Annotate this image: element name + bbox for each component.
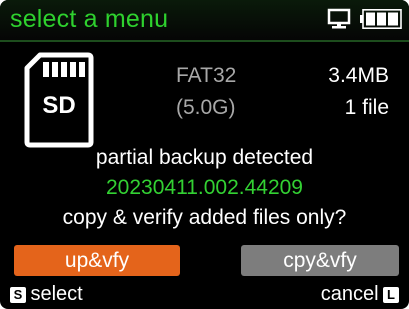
cancel-key-icon: L (383, 286, 399, 303)
partial-backup-message: partial backup detected (95, 146, 314, 169)
session-id: 20230411.002.44209 (106, 176, 303, 199)
copy-verify-prompt: copy & verify added files only? (62, 206, 347, 229)
device-screen: select a menu SD FAT32 (5.0G) 3.4MB 1 fi… (0, 0, 409, 309)
battery-full-icon (360, 9, 402, 29)
pc-connection-icon (327, 8, 351, 29)
footer-select[interactable]: S select (10, 283, 83, 305)
menu-title: select a menu (10, 5, 169, 33)
copy-and-verify-button[interactable]: cpy&vfy (241, 245, 399, 276)
cancel-label: cancel (320, 283, 379, 305)
sd-card-label: SD (42, 92, 75, 119)
file-count: 1 file (344, 96, 389, 119)
select-key-icon: S (10, 286, 26, 303)
sd-card-icon: SD (24, 52, 94, 148)
select-label: select (30, 283, 83, 305)
footer-cancel[interactable]: cancel L (321, 283, 399, 305)
backup-size: 3.4MB (328, 64, 389, 87)
up-and-verify-button[interactable]: up&vfy (14, 245, 180, 276)
filesystem-label: FAT32 (176, 64, 237, 87)
header-bar: select a menu (0, 0, 409, 42)
capacity-label: (5.0G) (176, 96, 236, 119)
